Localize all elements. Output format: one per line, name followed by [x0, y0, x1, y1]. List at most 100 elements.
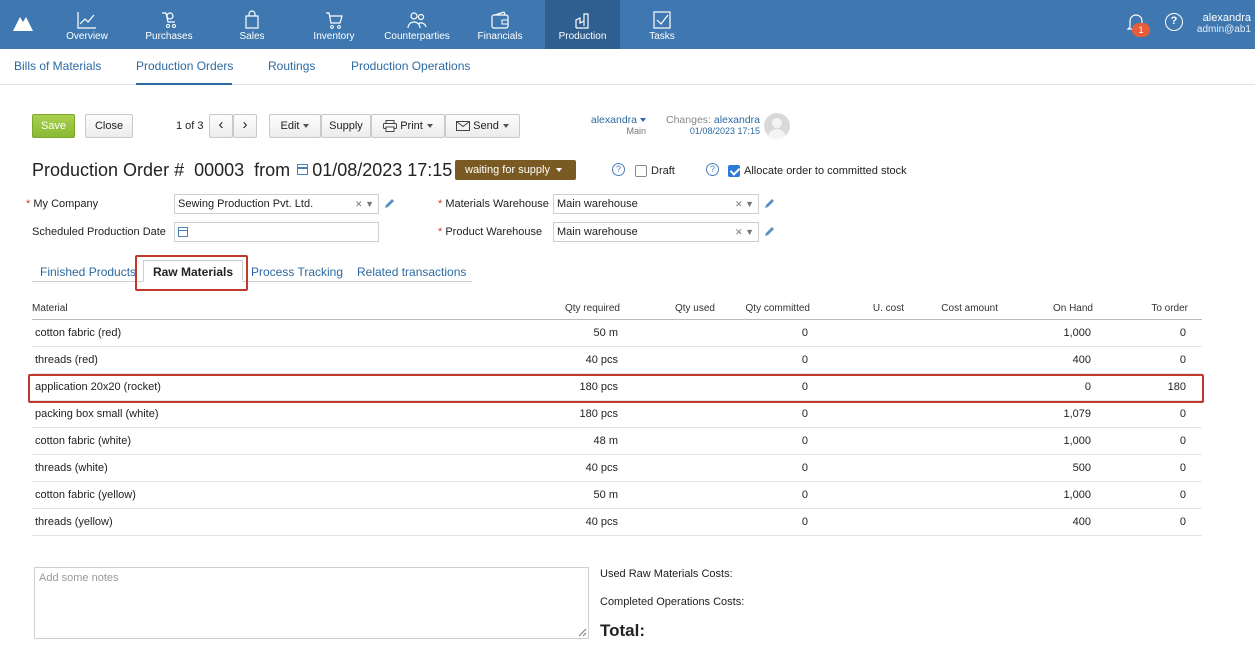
chevron-down-icon — [640, 118, 646, 123]
col-unit-cost[interactable]: U. cost — [852, 298, 904, 320]
user-email: admin@ab1 — [1196, 24, 1251, 35]
resize-handle-icon[interactable] — [578, 628, 587, 637]
title-from: from — [254, 160, 291, 180]
col-on-hand[interactable]: On Hand — [1032, 298, 1093, 320]
table-row[interactable]: threads (yellow) 40 pcs 0 400 0 — [32, 509, 1202, 536]
chevron-down-icon — [426, 124, 433, 129]
my-company-select[interactable]: Sewing Production Pvt. Ltd. ✕ ▼ — [174, 194, 379, 214]
cell-qty-required: 50 m — [593, 327, 618, 339]
send-label: Send — [473, 120, 499, 132]
cell-on-hand: 400 — [1072, 354, 1091, 366]
top-navbar: Overview Purchases Sales Inventory Count… — [0, 0, 1255, 49]
col-material[interactable]: Material — [32, 298, 68, 320]
changes-user[interactable]: alexandra — [714, 114, 760, 126]
materials-warehouse-select[interactable]: Main warehouse ✕ ▼ — [553, 194, 759, 214]
subnav-production-orders[interactable]: Production Orders — [136, 59, 233, 73]
cell-qty-required: 40 pcs — [585, 462, 618, 474]
help-icon[interactable]: ? — [1165, 13, 1183, 31]
col-to-order[interactable]: To order — [1132, 298, 1188, 320]
supply-button[interactable]: Supply — [321, 114, 371, 138]
pencil-icon[interactable] — [384, 198, 395, 209]
cell-material: cotton fabric (red) — [35, 327, 122, 339]
allocate-checkbox[interactable] — [728, 165, 740, 177]
used-raw-materials-costs: Used Raw Materials Costs: — [600, 568, 733, 580]
chevron-down-icon — [303, 124, 310, 129]
scheduled-date-input[interactable] — [174, 222, 379, 242]
draft-checkbox[interactable] — [635, 165, 647, 177]
cell-cost-amount — [922, 320, 998, 347]
cell-on-hand: 500 — [1072, 462, 1091, 474]
nav-overview[interactable]: Overview — [62, 0, 112, 49]
cell-qty-used — [652, 482, 715, 509]
cell-qty-used — [652, 401, 715, 428]
cell-cost-amount — [922, 401, 998, 428]
table-row[interactable]: threads (red) 40 pcs 0 400 0 — [32, 347, 1202, 374]
nav-purchases[interactable]: Purchases — [143, 0, 195, 49]
total-label: Total: — [600, 621, 646, 640]
col-qty-committed[interactable]: Qty committed — [732, 298, 810, 320]
tab-process-tracking[interactable]: Process Tracking — [251, 265, 343, 279]
table-row[interactable]: cotton fabric (red) 50 m 0 1,000 0 — [32, 320, 1202, 347]
cell-qty-used — [652, 428, 715, 455]
cell-unit-cost — [852, 509, 904, 536]
tab-finished-products[interactable]: Finished Products — [40, 265, 136, 279]
cell-on-hand: 1,000 — [1063, 435, 1091, 447]
help-icon[interactable]: ? — [706, 163, 719, 176]
status-dropdown[interactable]: waiting for supply — [455, 160, 576, 180]
chevron-down-icon — [502, 124, 509, 129]
send-dropdown[interactable]: Send — [445, 114, 520, 138]
nav-production[interactable]: Production — [545, 0, 620, 49]
product-warehouse-label: * Product Warehouse — [438, 226, 543, 238]
table-row[interactable]: cotton fabric (white) 48 m 0 1,000 0 — [32, 428, 1202, 455]
nav-financials[interactable]: Financials — [474, 0, 526, 49]
cell-to-order: 0 — [1179, 516, 1186, 528]
clear-dropdown-controls[interactable]: ✕ ▼ — [735, 195, 754, 213]
subnav-production-operations[interactable]: Production Operations — [351, 59, 470, 73]
nav-inventory[interactable]: Inventory — [310, 0, 358, 49]
tab-related-transactions[interactable]: Related transactions — [357, 265, 466, 279]
subnav-routings[interactable]: Routings — [268, 59, 315, 73]
save-button[interactable]: Save — [32, 114, 75, 138]
nav-label: Purchases — [145, 31, 193, 42]
help-icon[interactable]: ? — [612, 163, 625, 176]
order-number[interactable]: 00003 — [194, 160, 244, 180]
completed-operations-costs: Completed Operations Costs: — [600, 596, 745, 608]
table-row[interactable]: packing box small (white) 180 pcs 0 1,079 0 — [32, 401, 1202, 428]
owner-role: Main — [626, 126, 646, 136]
col-qty-used[interactable]: Qty used — [652, 298, 715, 320]
clear-dropdown-controls[interactable]: ✕ ▼ — [355, 195, 374, 213]
nav-tasks[interactable]: Tasks — [640, 0, 684, 49]
prev-button[interactable]: ‹ — [209, 114, 233, 138]
col-cost-amount[interactable]: Cost amount — [922, 298, 998, 320]
nav-label: Overview — [66, 31, 108, 42]
calendar-icon[interactable] — [297, 164, 309, 175]
close-button[interactable]: Close — [85, 114, 133, 138]
clear-dropdown-controls[interactable]: ✕ ▼ — [735, 223, 754, 241]
user-menu[interactable]: alexandra admin@ab1 — [1197, 12, 1251, 36]
pencil-icon[interactable] — [764, 198, 775, 209]
calendar-icon[interactable] — [178, 227, 188, 237]
product-warehouse-select[interactable]: Main warehouse ✕ ▼ — [553, 222, 759, 242]
table-row[interactable]: threads (white) 40 pcs 0 500 0 — [32, 455, 1202, 482]
table-row[interactable]: cotton fabric (yellow) 50 m 0 1,000 0 — [32, 482, 1202, 509]
nav-sales[interactable]: Sales — [232, 0, 272, 49]
cell-on-hand: 1,000 — [1063, 489, 1091, 501]
edit-dropdown[interactable]: Edit — [269, 114, 321, 138]
nav-label: Sales — [239, 31, 265, 42]
owner-selector[interactable]: alexandra Main — [590, 114, 646, 136]
row-highlight-box — [28, 374, 1204, 403]
envelope-icon — [456, 121, 471, 132]
notification-badge[interactable]: 1 — [1132, 23, 1150, 37]
order-date[interactable]: 01/08/2023 17:15 — [312, 160, 452, 180]
pencil-icon[interactable] — [764, 226, 775, 237]
cell-qty-committed: 0 — [801, 408, 808, 420]
notes-textarea[interactable]: Add some notes — [34, 567, 589, 639]
col-qty-required[interactable]: Qty required — [552, 298, 620, 320]
nav-counterparties[interactable]: Counterparties — [381, 0, 453, 49]
cell-qty-used — [652, 320, 715, 347]
print-dropdown[interactable]: Print — [371, 114, 445, 138]
next-button[interactable]: › — [233, 114, 257, 138]
owner-name: alexandra — [590, 114, 637, 126]
logo-icon[interactable] — [10, 13, 36, 33]
subnav-bills-of-materials[interactable]: Bills of Materials — [14, 59, 101, 73]
